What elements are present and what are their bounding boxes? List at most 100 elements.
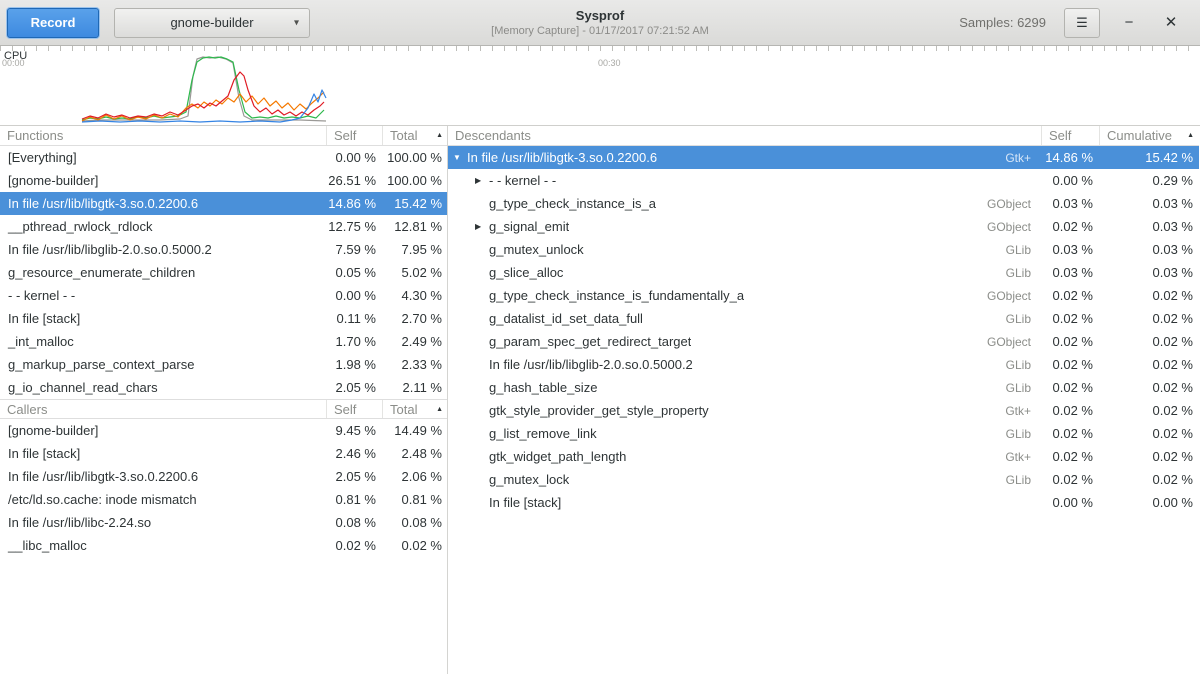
descendants-table-header: Descendants Self Cumulative ▲ [448, 126, 1199, 146]
descendant-name: g_type_check_instance_is_a [489, 196, 656, 211]
table-row[interactable]: g_datalist_id_set_data_fullGLib0.02 %0.0… [448, 307, 1199, 330]
expander-closed-icon[interactable]: ▶ [474, 176, 489, 185]
total-value: 0.81 % [382, 492, 448, 507]
callers-list: [gnome-builder]9.45 %14.49 %In file [sta… [0, 419, 447, 557]
table-row[interactable]: gtk_widget_path_lengthGtk+0.02 %0.02 % [448, 445, 1199, 468]
descendant-name-cell: gtk_style_provider_get_style_propertyGtk… [448, 403, 1041, 418]
descendant-name: g_list_remove_link [489, 426, 597, 441]
chevron-down-icon: ▾ [294, 17, 299, 28]
cpu-graph[interactable]: CPU 00:00 00:30 [0, 46, 1200, 126]
table-row[interactable]: ▼In file /usr/lib/libgtk-3.so.0.2200.6Gt… [448, 146, 1199, 169]
table-row[interactable]: g_resource_enumerate_children0.05 %5.02 … [0, 261, 447, 284]
cumulative-value: 0.03 % [1099, 265, 1199, 280]
table-row[interactable]: /etc/ld.so.cache: inode mismatch0.81 %0.… [0, 488, 447, 511]
table-row[interactable]: g_io_channel_read_chars2.05 %2.11 % [0, 376, 447, 399]
table-row[interactable]: [gnome-builder]9.45 %14.49 % [0, 419, 447, 442]
table-row[interactable]: [Everything]0.00 %100.00 % [0, 146, 447, 169]
self-value: 0.03 % [1041, 196, 1099, 211]
table-row[interactable]: In file [stack]0.11 %2.70 % [0, 307, 447, 330]
column-header-total[interactable]: Total ▲ [382, 126, 448, 145]
total-value: 0.02 % [382, 538, 448, 553]
total-value: 0.08 % [382, 515, 448, 530]
function-name: g_markup_parse_context_parse [0, 357, 326, 372]
table-row[interactable]: - - kernel - -0.00 %4.30 % [0, 284, 447, 307]
function-name: _int_malloc [0, 334, 326, 349]
table-row[interactable]: ▶- - kernel - -0.00 %0.29 % [448, 169, 1199, 192]
close-button[interactable]: ✕ [1158, 10, 1184, 36]
descendant-name: g_signal_emit [489, 219, 569, 234]
column-header-callers[interactable]: Callers [0, 400, 326, 418]
descendant-name-cell: g_datalist_id_set_data_fullGLib [448, 311, 1041, 326]
table-row[interactable]: g_param_spec_get_redirect_targetGObject0… [448, 330, 1199, 353]
library-badge: GLib [1006, 473, 1041, 487]
table-row[interactable]: _int_malloc1.70 %2.49 % [0, 330, 447, 353]
minimize-button[interactable]: − [1116, 10, 1142, 36]
descendant-name-cell: g_type_check_instance_is_aGObject [448, 196, 1041, 211]
descendant-name: g_param_spec_get_redirect_target [489, 334, 691, 349]
library-badge: GObject [987, 220, 1041, 234]
self-value: 0.02 % [1041, 334, 1099, 349]
column-label: Self [334, 128, 356, 143]
column-label: Total [390, 128, 417, 143]
table-row[interactable]: g_type_check_instance_is_fundamentally_a… [448, 284, 1199, 307]
table-row[interactable]: In file /usr/lib/libglib-2.0.so.0.5000.2… [448, 353, 1199, 376]
table-row[interactable]: ▶g_signal_emitGObject0.02 %0.03 % [448, 215, 1199, 238]
expander-open-icon[interactable]: ▼ [452, 153, 467, 162]
column-header-self[interactable]: Self [1041, 126, 1099, 145]
functions-table-header: Functions Self Total ▲ [0, 126, 447, 146]
table-row[interactable]: In file [stack]0.00 %0.00 % [448, 491, 1199, 514]
function-name: In file [stack] [0, 446, 326, 461]
function-name: In file [stack] [0, 311, 326, 326]
total-value: 15.42 % [382, 196, 448, 211]
column-header-self[interactable]: Self [326, 400, 382, 418]
library-badge: GObject [987, 289, 1041, 303]
descendant-name-cell: In file [stack] [448, 495, 1041, 510]
table-row[interactable]: In file /usr/lib/libgtk-3.so.0.2200.614.… [0, 192, 447, 215]
table-row[interactable]: g_markup_parse_context_parse1.98 %2.33 % [0, 353, 447, 376]
descendant-name: g_mutex_unlock [489, 242, 584, 257]
total-value: 4.30 % [382, 288, 448, 303]
table-row[interactable]: __pthread_rwlock_rdlock12.75 %12.81 % [0, 215, 447, 238]
self-value: 2.05 % [326, 469, 382, 484]
column-label: Descendants [455, 128, 531, 143]
column-header-self[interactable]: Self [326, 126, 382, 145]
column-label: Self [334, 402, 356, 417]
column-header-total[interactable]: Total ▲ [382, 400, 448, 418]
cumulative-value: 0.02 % [1099, 403, 1199, 418]
table-row[interactable]: gtk_style_provider_get_style_propertyGtk… [448, 399, 1199, 422]
function-name: __pthread_rwlock_rdlock [0, 219, 326, 234]
column-header-cumulative[interactable]: Cumulative ▲ [1099, 126, 1199, 145]
self-value: 0.02 % [1041, 288, 1099, 303]
function-name: In file /usr/lib/libgtk-3.so.0.2200.6 [0, 469, 326, 484]
column-header-descendants[interactable]: Descendants [448, 126, 1041, 145]
table-row[interactable]: __libc_malloc0.02 %0.02 % [0, 534, 447, 557]
total-value: 2.06 % [382, 469, 448, 484]
table-row[interactable]: g_mutex_lockGLib0.02 %0.02 % [448, 468, 1199, 491]
table-row[interactable]: g_slice_allocGLib0.03 %0.03 % [448, 261, 1199, 284]
table-row[interactable]: In file [stack]2.46 %2.48 % [0, 442, 447, 465]
table-row[interactable]: g_list_remove_linkGLib0.02 %0.02 % [448, 422, 1199, 445]
self-value: 12.75 % [326, 219, 382, 234]
table-row[interactable]: In file /usr/lib/libc-2.24.so0.08 %0.08 … [0, 511, 447, 534]
expander-closed-icon[interactable]: ▶ [474, 222, 489, 231]
record-button[interactable]: Record [7, 8, 99, 38]
table-row[interactable]: g_type_check_instance_is_aGObject0.03 %0… [448, 192, 1199, 215]
self-value: 9.45 % [326, 423, 382, 438]
table-row[interactable]: [gnome-builder]26.51 %100.00 % [0, 169, 447, 192]
self-value: 1.98 % [326, 357, 382, 372]
menu-button[interactable]: ☰ [1064, 8, 1100, 38]
hamburger-icon: ☰ [1076, 15, 1088, 30]
table-row[interactable]: g_mutex_unlockGLib0.03 %0.03 % [448, 238, 1199, 261]
window-title: Sysprof [576, 8, 624, 23]
self-value: 0.05 % [326, 265, 382, 280]
descendant-name: g_mutex_lock [489, 472, 569, 487]
total-value: 2.70 % [382, 311, 448, 326]
column-header-functions[interactable]: Functions [0, 126, 326, 145]
self-value: 0.03 % [1041, 242, 1099, 257]
self-value: 0.02 % [1041, 472, 1099, 487]
table-row[interactable]: g_hash_table_sizeGLib0.02 %0.02 % [448, 376, 1199, 399]
table-row[interactable]: In file /usr/lib/libgtk-3.so.0.2200.62.0… [0, 465, 447, 488]
table-row[interactable]: In file /usr/lib/libglib-2.0.so.0.5000.2… [0, 238, 447, 261]
function-name: In file /usr/lib/libglib-2.0.so.0.5000.2 [0, 242, 326, 257]
target-select-button[interactable]: gnome-builder ▾ [114, 8, 310, 38]
